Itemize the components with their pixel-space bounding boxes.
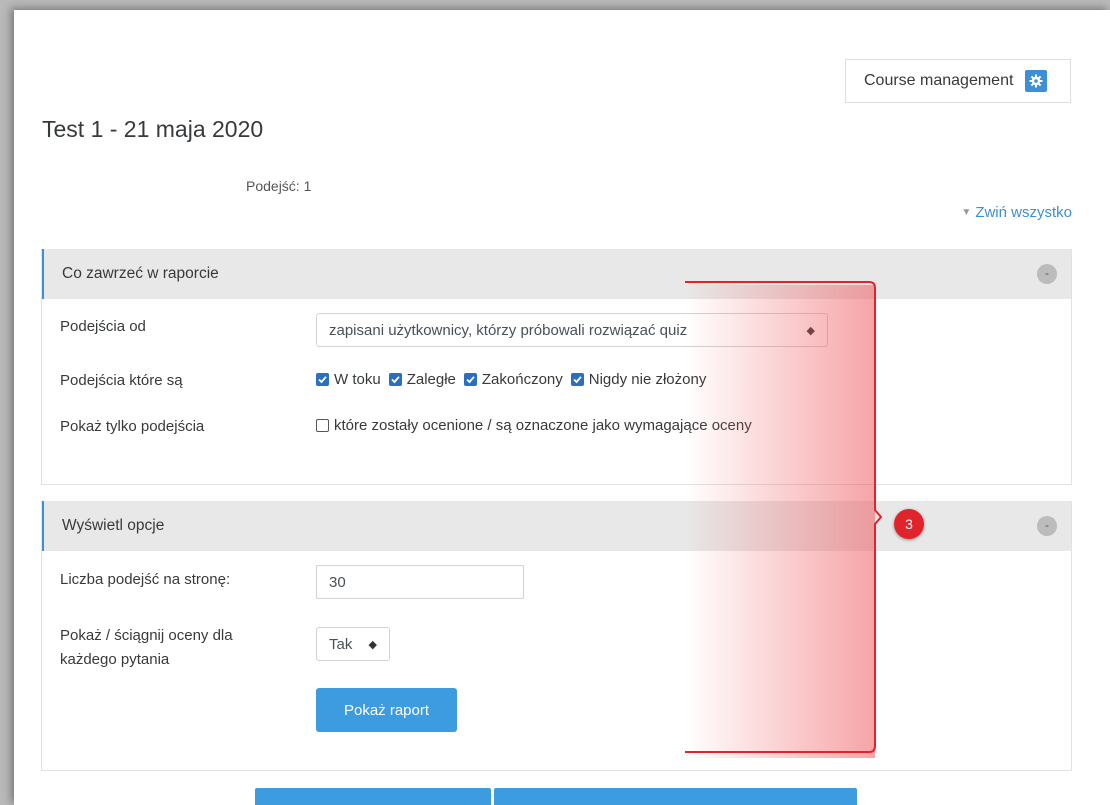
attempt-state-checkboxes: W toku Zaległe Zakończony Nigdy nie złoż… [316,371,706,388]
checkbox-checked-icon[interactable] [388,373,402,386]
marks-label: Pokaż / ściągnij oceny dla każdego pytan… [60,624,233,672]
page-title: Test 1 - 21 maja 2020 [42,116,264,142]
checkbox-unchecked-icon[interactable] [316,419,329,432]
state-overdue-label: Zaległe [406,371,456,388]
show-only-option[interactable]: które zostały ocenione / są oznaczone ja… [316,417,752,434]
marks-label-line2: każdego pytania [60,651,170,668]
show-only-option-label: które zostały ocenione / są oznaczone ja… [334,417,752,434]
course-management-label: Course management [864,72,1014,89]
collapse-all-link[interactable]: ▼ Zwiń wszystko [961,204,1072,221]
collapse-toggle-icon[interactable]: - [1037,516,1057,536]
checkbox-checked-icon[interactable] [570,373,584,386]
checkbox-checked-icon[interactable] [316,373,329,386]
updown-arrows-icon: ◆ [368,638,377,651]
marks-label-line1: Pokaż / ściągnij oceny dla [60,627,233,644]
report-options-section: Co zawrzeć w raporcie - Podejścia od zap… [41,249,1072,485]
attempts-from-value: zapisani użytkownicy, którzy próbowali r… [329,321,688,339]
page: Course management Test 1 - 21 maja 2020 … [14,10,1110,805]
bottom-action-button-2[interactable] [494,788,857,805]
gear-icon [1025,70,1048,92]
attempts-count: Podejść: 1 [246,178,312,194]
collapse-toggle-icon[interactable]: - [1037,264,1057,284]
state-inprogress-option[interactable]: W toku [316,371,381,388]
attempts-that-are-label: Podejścia które są [60,372,183,389]
state-abandoned-option[interactable]: Nigdy nie złożony [570,371,707,388]
report-options-header[interactable]: Co zawrzeć w raporcie - [42,249,1071,299]
collapse-all-label: Zwiń wszystko [975,204,1072,221]
state-inprogress-label: W toku [334,371,381,388]
state-finished-label: Zakończony [481,371,563,388]
bottom-action-button-1[interactable] [255,788,491,805]
caret-down-icon: ▼ [961,207,972,218]
report-options-title: Co zawrzeć w raporcie [62,265,219,282]
state-abandoned-label: Nigdy nie złożony [588,371,707,388]
page-size-label: Liczba podejść na stronę: [60,571,231,588]
state-finished-option[interactable]: Zakończony [463,371,563,388]
marks-select-value: Tak [329,635,353,653]
marks-select[interactable]: Tak ◆ [316,627,390,661]
state-overdue-option[interactable]: Zaległe [388,371,456,388]
display-options-title: Wyświetl opcje [62,517,165,534]
page-size-input[interactable]: 30 [316,565,524,599]
show-report-button[interactable]: Pokaż raport [316,688,457,732]
attempts-from-select[interactable]: zapisani użytkownicy, którzy próbowali r… [316,313,828,347]
display-options-section: Wyświetl opcje - Liczba podejść na stron… [41,501,1072,771]
show-only-label: Pokaż tylko podejścia [60,418,205,435]
attempts-from-label: Podejścia od [60,318,146,335]
updown-arrows-icon: ◆ [806,324,815,337]
course-management-button[interactable]: Course management [845,59,1071,103]
checkbox-checked-icon[interactable] [463,373,477,386]
annotation-badge: 3 [894,509,924,539]
